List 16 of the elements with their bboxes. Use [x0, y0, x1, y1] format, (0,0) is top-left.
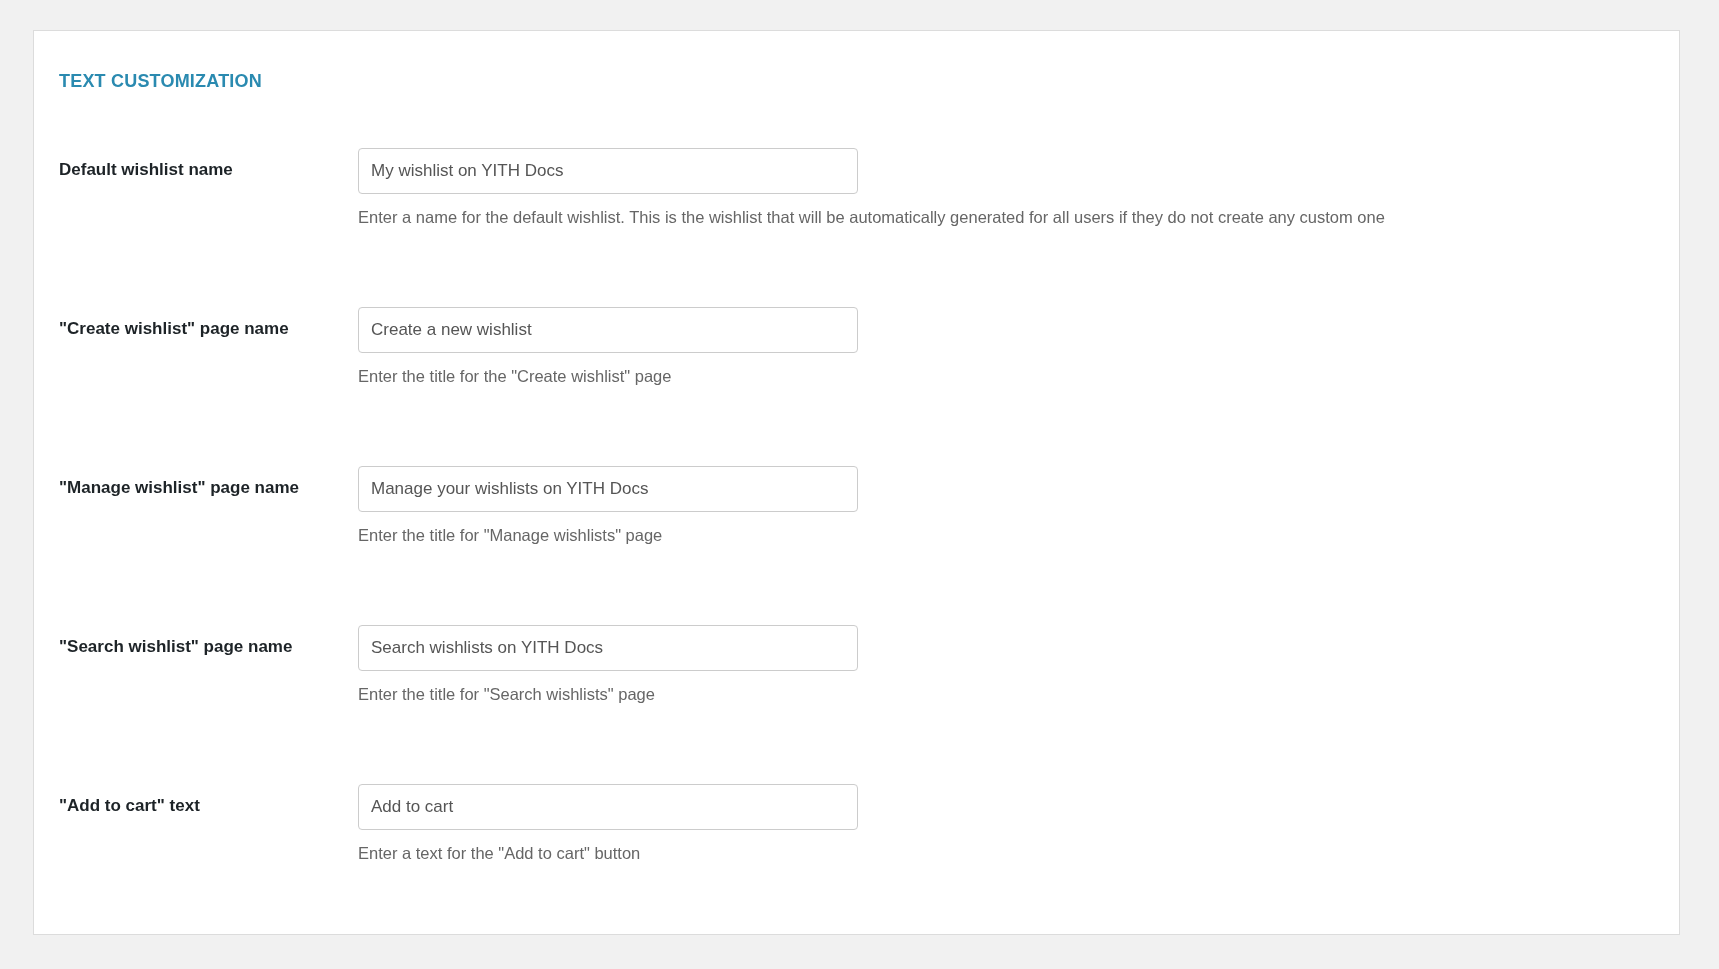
text-input[interactable]: Search wishlists on YITH Docs: [358, 625, 858, 671]
field-description: Enter the title for the "Create wishlist" page: [358, 367, 673, 386]
text-input[interactable]: Add to cart: [358, 784, 858, 830]
text-input[interactable]: Create a new wishlist: [358, 307, 858, 353]
field-label: "Search wishlist" page name: [59, 636, 294, 658]
field-description: Enter the title for "Manage wishlists" page: [358, 526, 664, 545]
field-label: "Create wishlist" page name: [59, 318, 290, 340]
section-title: TEXT CUSTOMIZATION: [59, 71, 263, 92]
text-input[interactable]: My wishlist on YITH Docs: [358, 148, 858, 194]
field-label: Default wishlist name: [59, 159, 234, 181]
field-description: Enter a text for the "Add to cart" button: [358, 844, 642, 863]
field-description: Enter the title for "Search wishlists" page: [358, 685, 656, 704]
field-label: "Manage wishlist" page name: [59, 477, 301, 499]
text-input[interactable]: Manage your wishlists on YITH Docs: [358, 466, 858, 512]
field-label: "Add to cart" text: [59, 795, 201, 817]
field-description: Enter a name for the default wishlist. This is the wishlist that will be automatically generated for all users if they do not create any custom one: [358, 208, 1386, 227]
